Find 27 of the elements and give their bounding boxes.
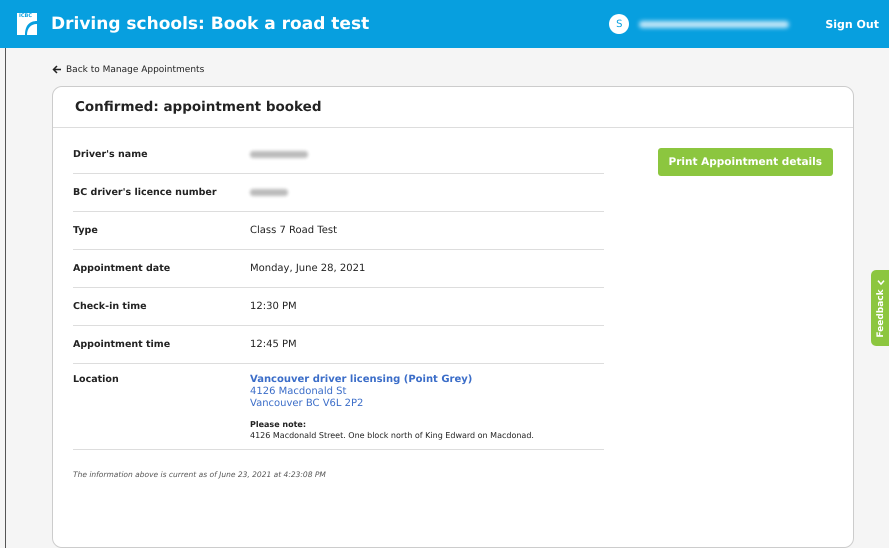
avatar[interactable]: S xyxy=(609,14,630,34)
location-link[interactable]: Vancouver driver licensing (Point Grey) xyxy=(250,374,472,385)
feedback-tab[interactable]: Feedback xyxy=(871,270,889,346)
page-title: Driving schools: Book a road test xyxy=(51,14,370,34)
field-label: Type xyxy=(73,225,99,236)
field-label: Check-in time xyxy=(73,301,148,312)
field-label: BC driver's licence number xyxy=(73,187,218,198)
field-label: Driver's name xyxy=(73,149,149,160)
print-button[interactable]: Print Appointment details xyxy=(658,148,833,176)
back-arrow-icon xyxy=(52,65,62,74)
field-label: Location xyxy=(73,374,120,385)
card-title: Confirmed: appointment booked xyxy=(75,99,322,115)
field-label: Appointment date xyxy=(73,263,172,274)
blurred-text xyxy=(250,189,288,196)
note-text: 4126 Macdonald Street. One block north of King Edward on Macdonad. xyxy=(250,431,534,440)
sign-out-link[interactable]: Sign Out xyxy=(825,18,879,30)
field-value: 12:45 PM xyxy=(250,339,297,350)
field-value: 12:30 PM xyxy=(250,301,297,312)
field-value: Class 7 Road Test xyxy=(250,225,337,236)
field-label: Appointment time xyxy=(73,339,172,350)
blurred-text xyxy=(250,151,308,158)
address-link[interactable]: Vancouver BC V6L 2P2 xyxy=(250,398,364,409)
field-value: Monday, June 28, 2021 xyxy=(250,263,366,274)
note-title: Please note: xyxy=(250,420,306,429)
chevron-icon xyxy=(877,279,885,286)
back-link[interactable]: Back to Manage Appointments xyxy=(52,64,204,74)
address-link[interactable]: 4126 Macdonald St xyxy=(250,386,346,397)
